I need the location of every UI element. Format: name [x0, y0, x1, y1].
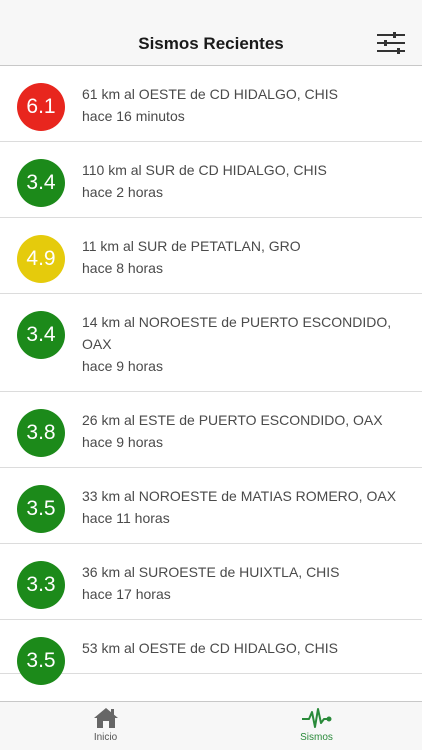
magnitude-badge: 6.1	[17, 83, 65, 131]
sliders-icon	[377, 32, 405, 54]
magnitude-badge: 3.3	[17, 561, 65, 609]
earthquake-item[interactable]: 3.5 33 km al NOROESTE de MATIAS ROMERO, …	[0, 468, 422, 544]
filter-button[interactable]	[376, 31, 406, 55]
earthquake-item[interactable]: 3.4 14 km al NOROESTE de PUERTO ESCONDID…	[0, 294, 422, 392]
earthquake-item[interactable]: 4.9 11 km al SUR de PETATLAN, GRO hace 8…	[0, 218, 422, 294]
home-icon	[93, 708, 118, 728]
earthquake-time: hace 2 horas	[82, 184, 163, 200]
magnitude-badge: 3.5	[17, 485, 65, 533]
seismograph-icon	[301, 708, 331, 728]
earthquake-time: hace 9 horas	[82, 434, 163, 450]
earthquake-item[interactable]: 3.3 36 km al SUROESTE de HUIXTLA, CHIS h…	[0, 544, 422, 620]
earthquake-location: 36 km al SUROESTE de HUIXTLA, CHIS	[82, 564, 340, 580]
earthquake-time: hace 8 horas	[82, 260, 163, 276]
tab-inicio[interactable]: Inicio	[0, 702, 211, 750]
magnitude-badge: 4.9	[17, 235, 65, 283]
earthquake-location: 110 km al SUR de CD HIDALGO, CHIS	[82, 162, 327, 178]
earthquake-time: hace 9 horas	[82, 358, 163, 374]
earthquake-time: hace 17 horas	[82, 586, 171, 602]
earthquake-item[interactable]: 6.1 61 km al OESTE de CD HIDALGO, CHIS h…	[0, 66, 422, 142]
magnitude-badge: 3.4	[17, 159, 65, 207]
earthquake-location: 14 km al NOROESTE de PUERTO ESCONDIDO, O…	[82, 314, 392, 352]
magnitude-badge: 3.5	[17, 637, 65, 685]
navigation-bar: Sismos Recientes	[0, 0, 422, 66]
page-title: Sismos Recientes	[138, 34, 284, 53]
earthquake-location: 11 km al SUR de PETATLAN, GRO	[82, 238, 301, 254]
magnitude-badge: 3.8	[17, 409, 65, 457]
tab-label: Inicio	[93, 732, 118, 743]
earthquake-location: 33 km al NOROESTE de MATIAS ROMERO, OAX	[82, 488, 397, 504]
earthquake-location: 53 km al OESTE de CD HIDALGO, CHIS	[82, 640, 338, 656]
tab-sismos[interactable]: Sismos	[211, 702, 422, 750]
earthquake-time: hace 16 minutos	[82, 108, 185, 124]
earthquake-item[interactable]: 3.8 26 km al ESTE de PUERTO ESCONDIDO, O…	[0, 392, 422, 468]
earthquake-location: 26 km al ESTE de PUERTO ESCONDIDO, OAX	[82, 412, 383, 428]
tab-bar: Inicio Sismos	[0, 701, 422, 750]
magnitude-badge: 3.4	[17, 311, 65, 359]
tab-label: Sismos	[300, 732, 333, 743]
earthquake-time: hace 11 horas	[82, 510, 170, 526]
earthquake-list[interactable]: 6.1 61 km al OESTE de CD HIDALGO, CHIS h…	[0, 66, 422, 701]
earthquake-item[interactable]: 3.4 110 km al SUR de CD HIDALGO, CHIS ha…	[0, 142, 422, 218]
earthquake-item[interactable]: 3.5 53 km al OESTE de CD HIDALGO, CHIS	[0, 620, 422, 685]
earthquake-location: 61 km al OESTE de CD HIDALGO, CHIS	[82, 86, 338, 102]
